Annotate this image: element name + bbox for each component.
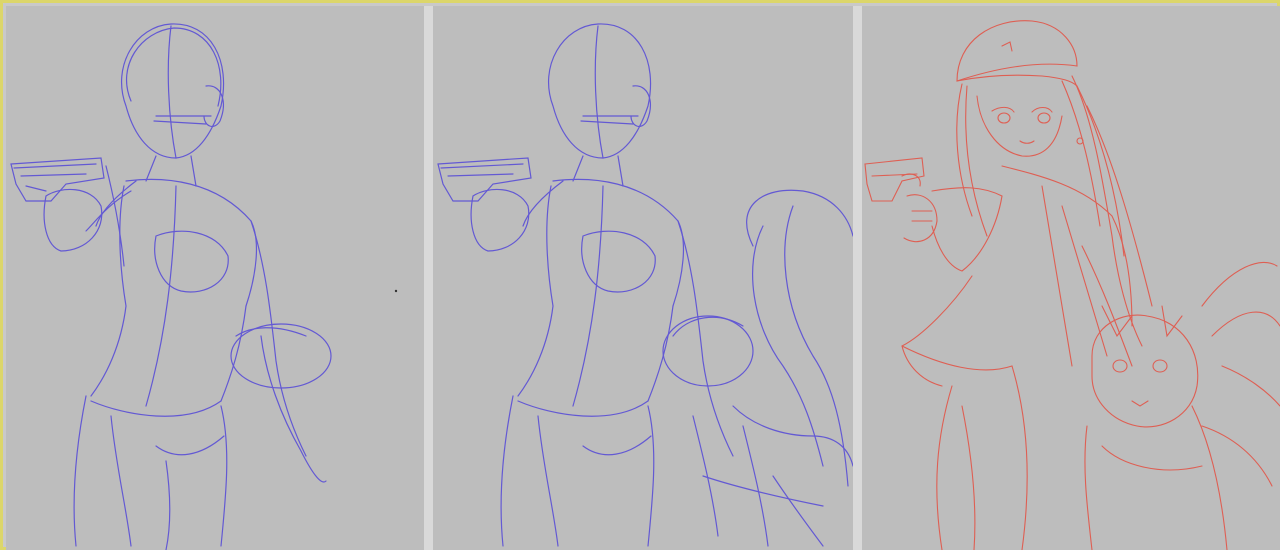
- lineart-panel-3: [862, 6, 1280, 550]
- panel-divider-1: [424, 6, 433, 550]
- sketch-drawing-1: [10, 23, 398, 550]
- sketch-panel-1: [6, 6, 424, 550]
- sketch-panel-2: [433, 6, 853, 550]
- lineart-drawing-3: [864, 20, 1280, 550]
- sketch-drawing-2: [437, 23, 853, 547]
- panel-divider-2: [853, 6, 862, 550]
- comparison-frame: [0, 0, 1280, 550]
